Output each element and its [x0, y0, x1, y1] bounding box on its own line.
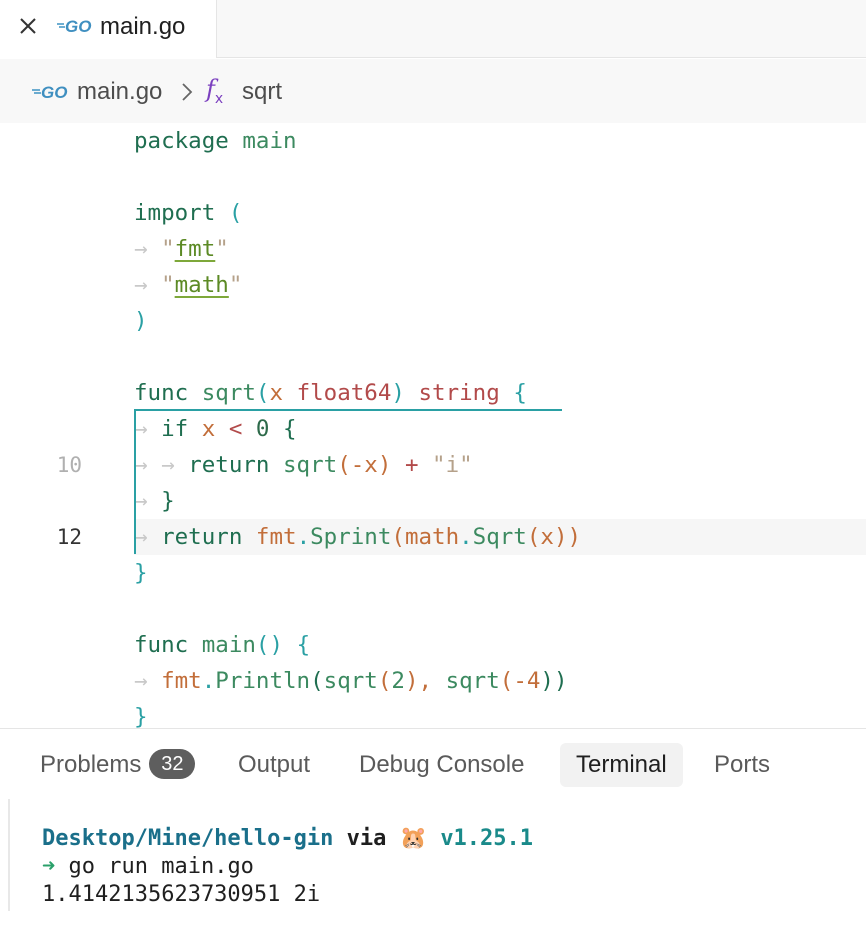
- function-icon: fx: [206, 75, 224, 107]
- code-line: → "math": [134, 272, 243, 298]
- terminal-output[interactable]: Desktop/Mine/hello-gin via 🐹 v1.25.1 ➜ g…: [8, 799, 866, 911]
- svg-text:GO: GO: [65, 17, 91, 36]
- line-number-active: 12: [56, 525, 82, 549]
- bottom-panel: Problems 32 Output Debug Console Terminal…: [0, 728, 866, 930]
- code-line: func main() {: [134, 632, 311, 658]
- terminal-result-line: 1.4142135623730951 2i: [42, 882, 321, 907]
- problems-count-badge: 32: [149, 748, 196, 779]
- tab-label: main.go: [100, 13, 186, 40]
- code-line: }: [134, 560, 148, 586]
- code-line: func sqrt(x float64) string {: [134, 380, 527, 406]
- editor-tab-bar: GO main.go: [0, 0, 866, 58]
- panel-tab-ports[interactable]: Ports: [714, 743, 770, 787]
- svg-text:GO: GO: [41, 83, 67, 102]
- code-line: import (: [134, 200, 243, 226]
- code-line-current: 12 → return fmt.Sprint(math.Sqrt(x)): [0, 519, 866, 555]
- breadcrumb: GO main.go fx sqrt: [0, 59, 866, 123]
- chevron-right-icon: [182, 83, 193, 101]
- tab-main-go[interactable]: GO main.go: [0, 0, 217, 58]
- terminal-prompt-line: Desktop/Mine/hello-gin via 🐹 v1.25.1: [42, 826, 534, 851]
- gopher-emoji-icon: 🐹: [399, 826, 428, 851]
- line-number: 10: [56, 453, 82, 477]
- code-line: 10 → → return sqrt(-x) + "i": [0, 447, 866, 483]
- breadcrumb-file[interactable]: main.go: [77, 78, 162, 106]
- go-logo-icon: GO: [57, 17, 91, 36]
- panel-tab-problems[interactable]: Problems 32: [40, 743, 196, 787]
- panel-tab-output[interactable]: Output: [238, 743, 310, 787]
- scope-indicator-top: [134, 409, 562, 411]
- panel-tab-debug-console[interactable]: Debug Console: [359, 743, 524, 787]
- prompt-arrow-icon: ➜: [42, 854, 56, 879]
- code-line: package main: [134, 128, 297, 154]
- scope-indicator-bar: [134, 409, 136, 554]
- code-line: ): [134, 308, 148, 334]
- breadcrumb-symbol[interactable]: sqrt: [242, 78, 282, 106]
- code-line: }: [134, 704, 148, 728]
- code-line: → }: [134, 488, 175, 514]
- code-line: → "fmt": [134, 236, 229, 262]
- code-line: → if x < 0 {: [134, 416, 297, 442]
- close-icon[interactable]: [16, 14, 40, 38]
- panel-tab-terminal[interactable]: Terminal: [560, 743, 683, 787]
- code-line: → fmt.Println(sqrt(2), sqrt(-4)): [134, 668, 568, 694]
- code-editor[interactable]: package main import ( → "fmt" → "math" )…: [0, 123, 866, 728]
- terminal-command-line: ➜ go run main.go: [42, 854, 254, 879]
- go-logo-icon: GO: [32, 83, 67, 102]
